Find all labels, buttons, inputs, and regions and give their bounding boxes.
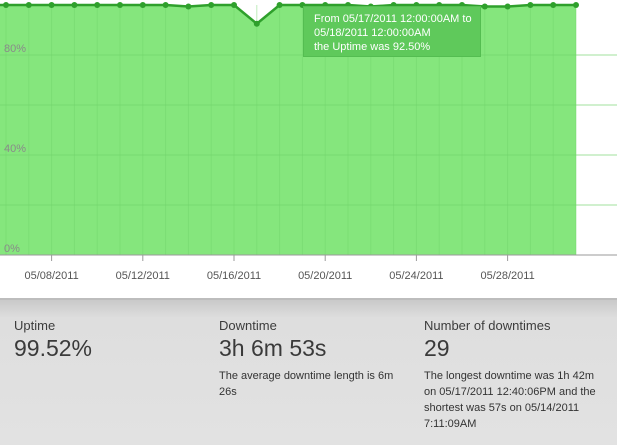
average-downtime-note: The average downtime length is 6m 26s <box>219 370 394 398</box>
uptime-point[interactable] <box>481 3 488 10</box>
uptime-stat: Uptime 99.52% <box>14 318 194 361</box>
downtime-count-stat: Number of downtimes 29 The longest downt… <box>424 318 604 432</box>
chart-tooltip: From 05/17/2011 12:00:00AM to 05/18/2011… <box>303 6 481 57</box>
uptime-point[interactable] <box>504 3 511 10</box>
downtime-count-value: 29 <box>424 335 450 361</box>
x-tick-label: 05/08/2011 <box>24 270 78 282</box>
downtime-value: 3h 6m 53s <box>219 335 327 361</box>
uptime-point[interactable] <box>527 2 534 8</box>
uptime-report: 0% 40% 80% 05/08/2011 05/12/2011 05/16/2011 05… <box>0 0 617 445</box>
y-tick-label: 40% <box>4 143 26 155</box>
x-tick-label: 05/12/2011 <box>116 270 170 282</box>
uptime-point[interactable] <box>208 2 215 8</box>
y-tick-label: 0% <box>4 243 20 255</box>
downtime-label: Downtime <box>219 318 277 333</box>
downtime-count-label: Number of downtimes <box>424 318 551 333</box>
y-tick-label: 80% <box>4 43 26 55</box>
uptime-area <box>0 5 576 255</box>
tooltip-line-2: 05/18/2011 12:00:00AM <box>314 27 431 39</box>
uptime-point[interactable] <box>94 2 101 8</box>
uptime-point[interactable] <box>231 2 237 8</box>
uptime-point[interactable] <box>117 2 123 8</box>
tooltip-line-1: From 05/17/2011 12:00:00AM to <box>314 13 472 25</box>
uptime-point[interactable] <box>71 2 78 8</box>
uptime-point[interactable] <box>185 3 192 10</box>
uptime-point[interactable] <box>139 2 146 8</box>
uptime-point[interactable] <box>550 2 557 8</box>
uptime-value: 99.52% <box>14 335 93 361</box>
uptime-point[interactable] <box>276 2 283 8</box>
downtime-stat: Downtime 3h 6m 53s The average downtime … <box>219 318 401 400</box>
x-tick-label: 05/16/2011 <box>207 270 261 282</box>
stats-panel: Uptime 99.52% Downtime 3h 6m 53s The ave… <box>0 298 617 445</box>
uptime-chart-area: 0% 40% 80% 05/08/2011 05/12/2011 05/16/2011 05… <box>0 0 617 290</box>
downtime-extremes-note: The longest downtime was 1h 42m on 05/17… <box>424 370 596 430</box>
uptime-label: Uptime <box>14 318 56 333</box>
uptime-point[interactable] <box>573 2 579 8</box>
x-tick-label: 05/28/2011 <box>480 270 534 282</box>
tooltip-line-3: the Uptime was 92.50% <box>314 41 431 53</box>
uptime-point[interactable] <box>3 2 9 8</box>
uptime-point[interactable] <box>48 2 55 8</box>
x-tick-label: 05/24/2011 <box>389 270 443 282</box>
x-tick-label: 05/20/2011 <box>298 270 352 282</box>
uptime-point[interactable] <box>25 2 32 8</box>
uptime-point[interactable] <box>253 20 260 27</box>
uptime-point[interactable] <box>162 2 169 8</box>
